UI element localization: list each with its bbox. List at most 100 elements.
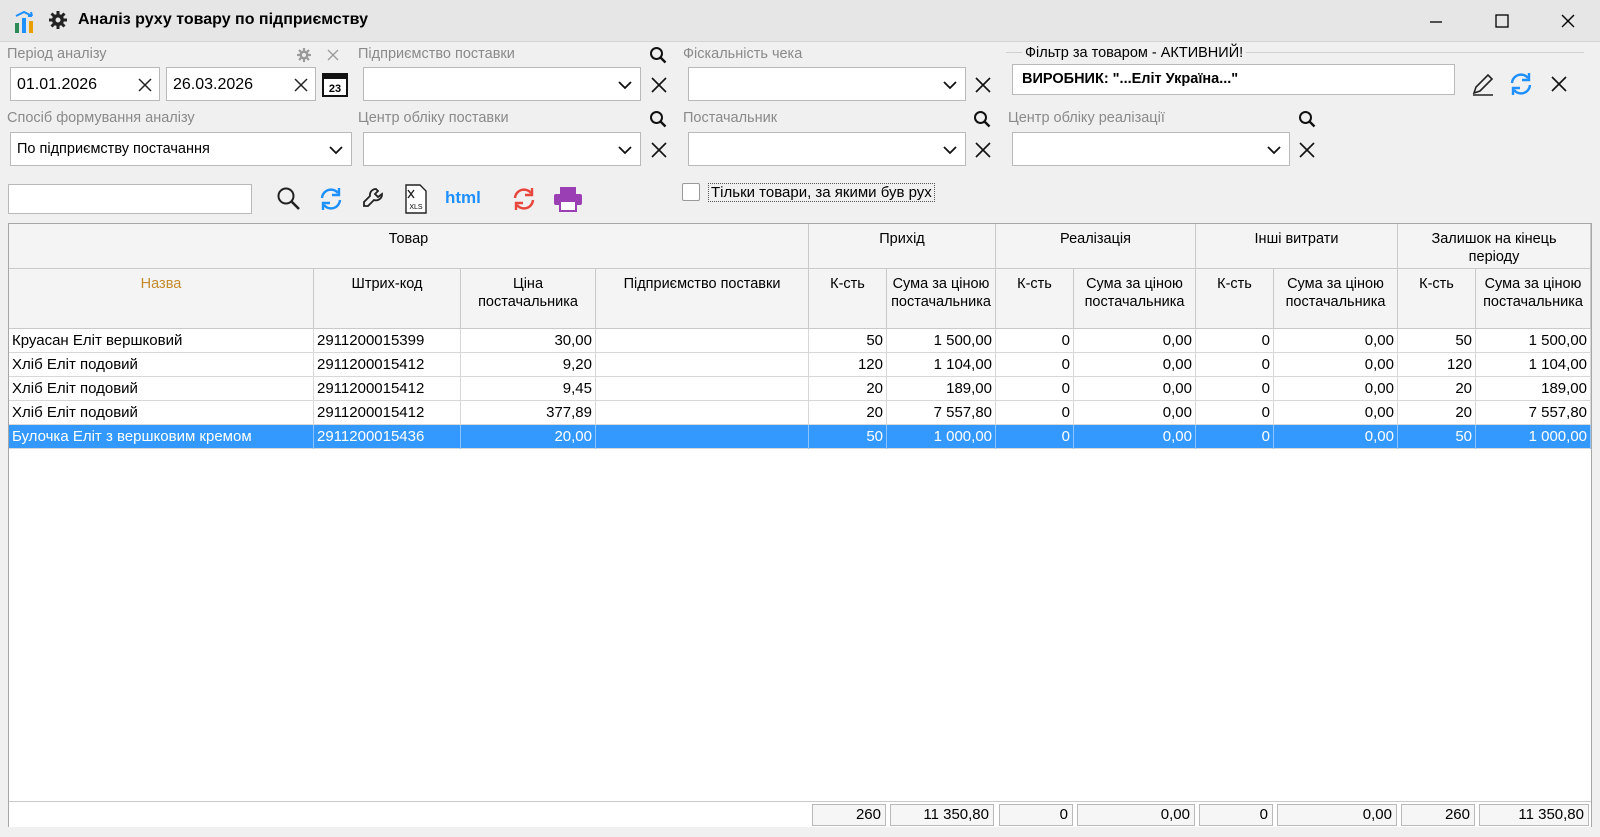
- date-to-value: 26.03.2026: [173, 76, 254, 93]
- svg-text:23: 23: [329, 83, 341, 95]
- cell-o-qty: 0: [1196, 329, 1274, 353]
- supplier-enterprise-select[interactable]: [363, 67, 641, 101]
- supply-center-clear-icon[interactable]: [650, 141, 668, 159]
- reload-red-icon[interactable]: [511, 186, 537, 212]
- date-to-clear-icon[interactable]: [293, 77, 309, 93]
- close-window-button[interactable]: [1538, 0, 1598, 42]
- fiscal-clear-icon[interactable]: [974, 76, 992, 94]
- cell-enterprise: [596, 425, 809, 449]
- cell-name: Хліб Еліт подовий: [9, 401, 314, 425]
- supplier-clear-icon[interactable]: [974, 141, 992, 159]
- cell-name: Хліб Еліт подовий: [9, 377, 314, 401]
- col-header-balance-sum[interactable]: Сума за ціною постачальника: [1476, 269, 1591, 329]
- cell-o-qty: 0: [1196, 353, 1274, 377]
- cell-s-sum: 0,00: [1074, 425, 1196, 449]
- table-row[interactable]: Хліб Еліт подовий 2911200015412 9,45 20 189,…: [9, 377, 1591, 401]
- supply-center-search-icon[interactable]: [649, 110, 667, 128]
- supplier-label: Постачальник: [683, 110, 778, 126]
- wrench-icon[interactable]: [361, 186, 387, 212]
- col-header-other-sum[interactable]: Сума за ціною постачальника: [1274, 269, 1398, 329]
- cell-b-qty: 50: [1398, 329, 1476, 353]
- filter-refresh-icon[interactable]: [1508, 71, 1534, 97]
- supplier-enterprise-clear-icon[interactable]: [650, 76, 668, 94]
- col-header-balance-qty[interactable]: К-сть: [1398, 269, 1476, 329]
- only-moved-checkbox[interactable]: [682, 183, 700, 201]
- total-income-qty: 260: [812, 804, 886, 826]
- cell-name: Булочка Еліт з вершковим кремом: [9, 425, 314, 449]
- analysis-table: Товар Прихід Реалізація Інші витрати Зал…: [8, 223, 1592, 827]
- period-settings-icon[interactable]: [296, 47, 312, 63]
- search-icon[interactable]: [276, 186, 302, 212]
- app-icon: [15, 10, 33, 33]
- col-header-sales-qty[interactable]: К-сть: [996, 269, 1074, 329]
- col-header-price[interactable]: Ціна постачальника: [461, 269, 596, 329]
- only-moved-label[interactable]: Тільки товари, за якими був рух: [708, 183, 935, 202]
- calendar-icon[interactable]: 23: [322, 71, 348, 97]
- sales-center-clear-icon[interactable]: [1298, 141, 1316, 159]
- cell-barcode: 2911200015412: [314, 353, 461, 377]
- cell-in-qty: 20: [809, 377, 887, 401]
- group-header-other: Інші витрати: [1196, 224, 1398, 269]
- refresh-icon[interactable]: [318, 186, 344, 212]
- cell-enterprise: [596, 401, 809, 425]
- export-xls-icon[interactable]: XLS: [404, 184, 428, 214]
- table-row[interactable]: Хліб Еліт подовий 2911200015412 9,20 120 1 1…: [9, 353, 1591, 377]
- date-from-clear-icon[interactable]: [137, 77, 153, 93]
- col-header-name[interactable]: Назва: [9, 269, 314, 329]
- cell-in-sum: 189,00: [887, 377, 996, 401]
- supplier-search-icon[interactable]: [973, 110, 991, 128]
- product-filter-value-field[interactable]: ВИРОБНИК: "...Еліт Україна...": [1012, 64, 1455, 95]
- col-header-other-qty[interactable]: К-сть: [1196, 269, 1274, 329]
- grid-search-input[interactable]: [8, 184, 252, 214]
- cell-price: 30,00: [461, 329, 596, 353]
- supplier-enterprise-label: Підприємство поставки: [358, 46, 515, 62]
- cell-s-sum: 0,00: [1074, 353, 1196, 377]
- cell-o-qty: 0: [1196, 401, 1274, 425]
- cell-b-qty: 50: [1398, 425, 1476, 449]
- product-filter-label: Фільтр за товаром - АКТИВНИЙ!: [1022, 45, 1247, 61]
- cell-name: Круасан Еліт вершковий: [9, 329, 314, 353]
- filter-clear-icon[interactable]: [1550, 75, 1568, 93]
- cell-price: 377,89: [461, 401, 596, 425]
- cell-s-qty: 0: [996, 425, 1074, 449]
- period-clear-icon[interactable]: [327, 49, 339, 61]
- fiscal-select[interactable]: [688, 67, 966, 101]
- sales-center-search-icon[interactable]: [1298, 110, 1316, 128]
- cell-b-sum: 7 557,80: [1476, 401, 1591, 425]
- date-to-field[interactable]: 26.03.2026: [166, 67, 316, 101]
- cell-enterprise: [596, 353, 809, 377]
- col-header-sales-sum[interactable]: Сума за ціною постачальника: [1074, 269, 1196, 329]
- supply-center-select[interactable]: [363, 132, 641, 166]
- method-select[interactable]: По підприємству постачання: [10, 132, 352, 166]
- edit-pencil-icon[interactable]: [1470, 71, 1496, 97]
- cell-s-qty: 0: [996, 401, 1074, 425]
- settings-gear-icon[interactable]: [48, 10, 68, 30]
- title-bar: Аналіз руху товару по підприємству: [0, 0, 1600, 42]
- cell-b-sum: 189,00: [1476, 377, 1591, 401]
- table-row[interactable]: Круасан Еліт вершковий 2911200015399 30,00…: [9, 329, 1591, 353]
- table-row[interactable]: Булочка Еліт з вершковим кремом 291120001…: [9, 425, 1591, 449]
- col-header-income-qty[interactable]: К-сть: [809, 269, 887, 329]
- cell-price: 9,45: [461, 377, 596, 401]
- col-header-enterprise[interactable]: Підприємство поставки: [596, 269, 809, 329]
- col-header-income-sum[interactable]: Сума за ціною постачальника: [887, 269, 996, 329]
- cell-b-sum: 1 500,00: [1476, 329, 1591, 353]
- cell-in-qty: 120: [809, 353, 887, 377]
- cell-in-sum: 1 000,00: [887, 425, 996, 449]
- maximize-button[interactable]: [1472, 0, 1532, 42]
- date-from-field[interactable]: 01.01.2026: [10, 67, 160, 101]
- table-row[interactable]: Хліб Еліт подовий 2911200015412 377,89 20 7 …: [9, 401, 1591, 425]
- supplier-select[interactable]: [688, 132, 966, 166]
- sales-center-select[interactable]: [1012, 132, 1290, 166]
- minimize-button[interactable]: [1406, 0, 1466, 42]
- supplier-enterprise-search-icon[interactable]: [649, 46, 667, 64]
- cell-b-sum: 1 000,00: [1476, 425, 1591, 449]
- sales-center-label: Центр обліку реалізації: [1008, 110, 1165, 126]
- cell-in-qty: 50: [809, 329, 887, 353]
- col-header-barcode[interactable]: Штрих-код: [314, 269, 461, 329]
- cell-o-sum: 0,00: [1274, 377, 1398, 401]
- chevron-down-icon: [618, 146, 632, 155]
- export-html-icon[interactable]: html: [445, 188, 481, 208]
- period-label: Період аналізу: [7, 46, 107, 62]
- print-icon[interactable]: [553, 186, 583, 212]
